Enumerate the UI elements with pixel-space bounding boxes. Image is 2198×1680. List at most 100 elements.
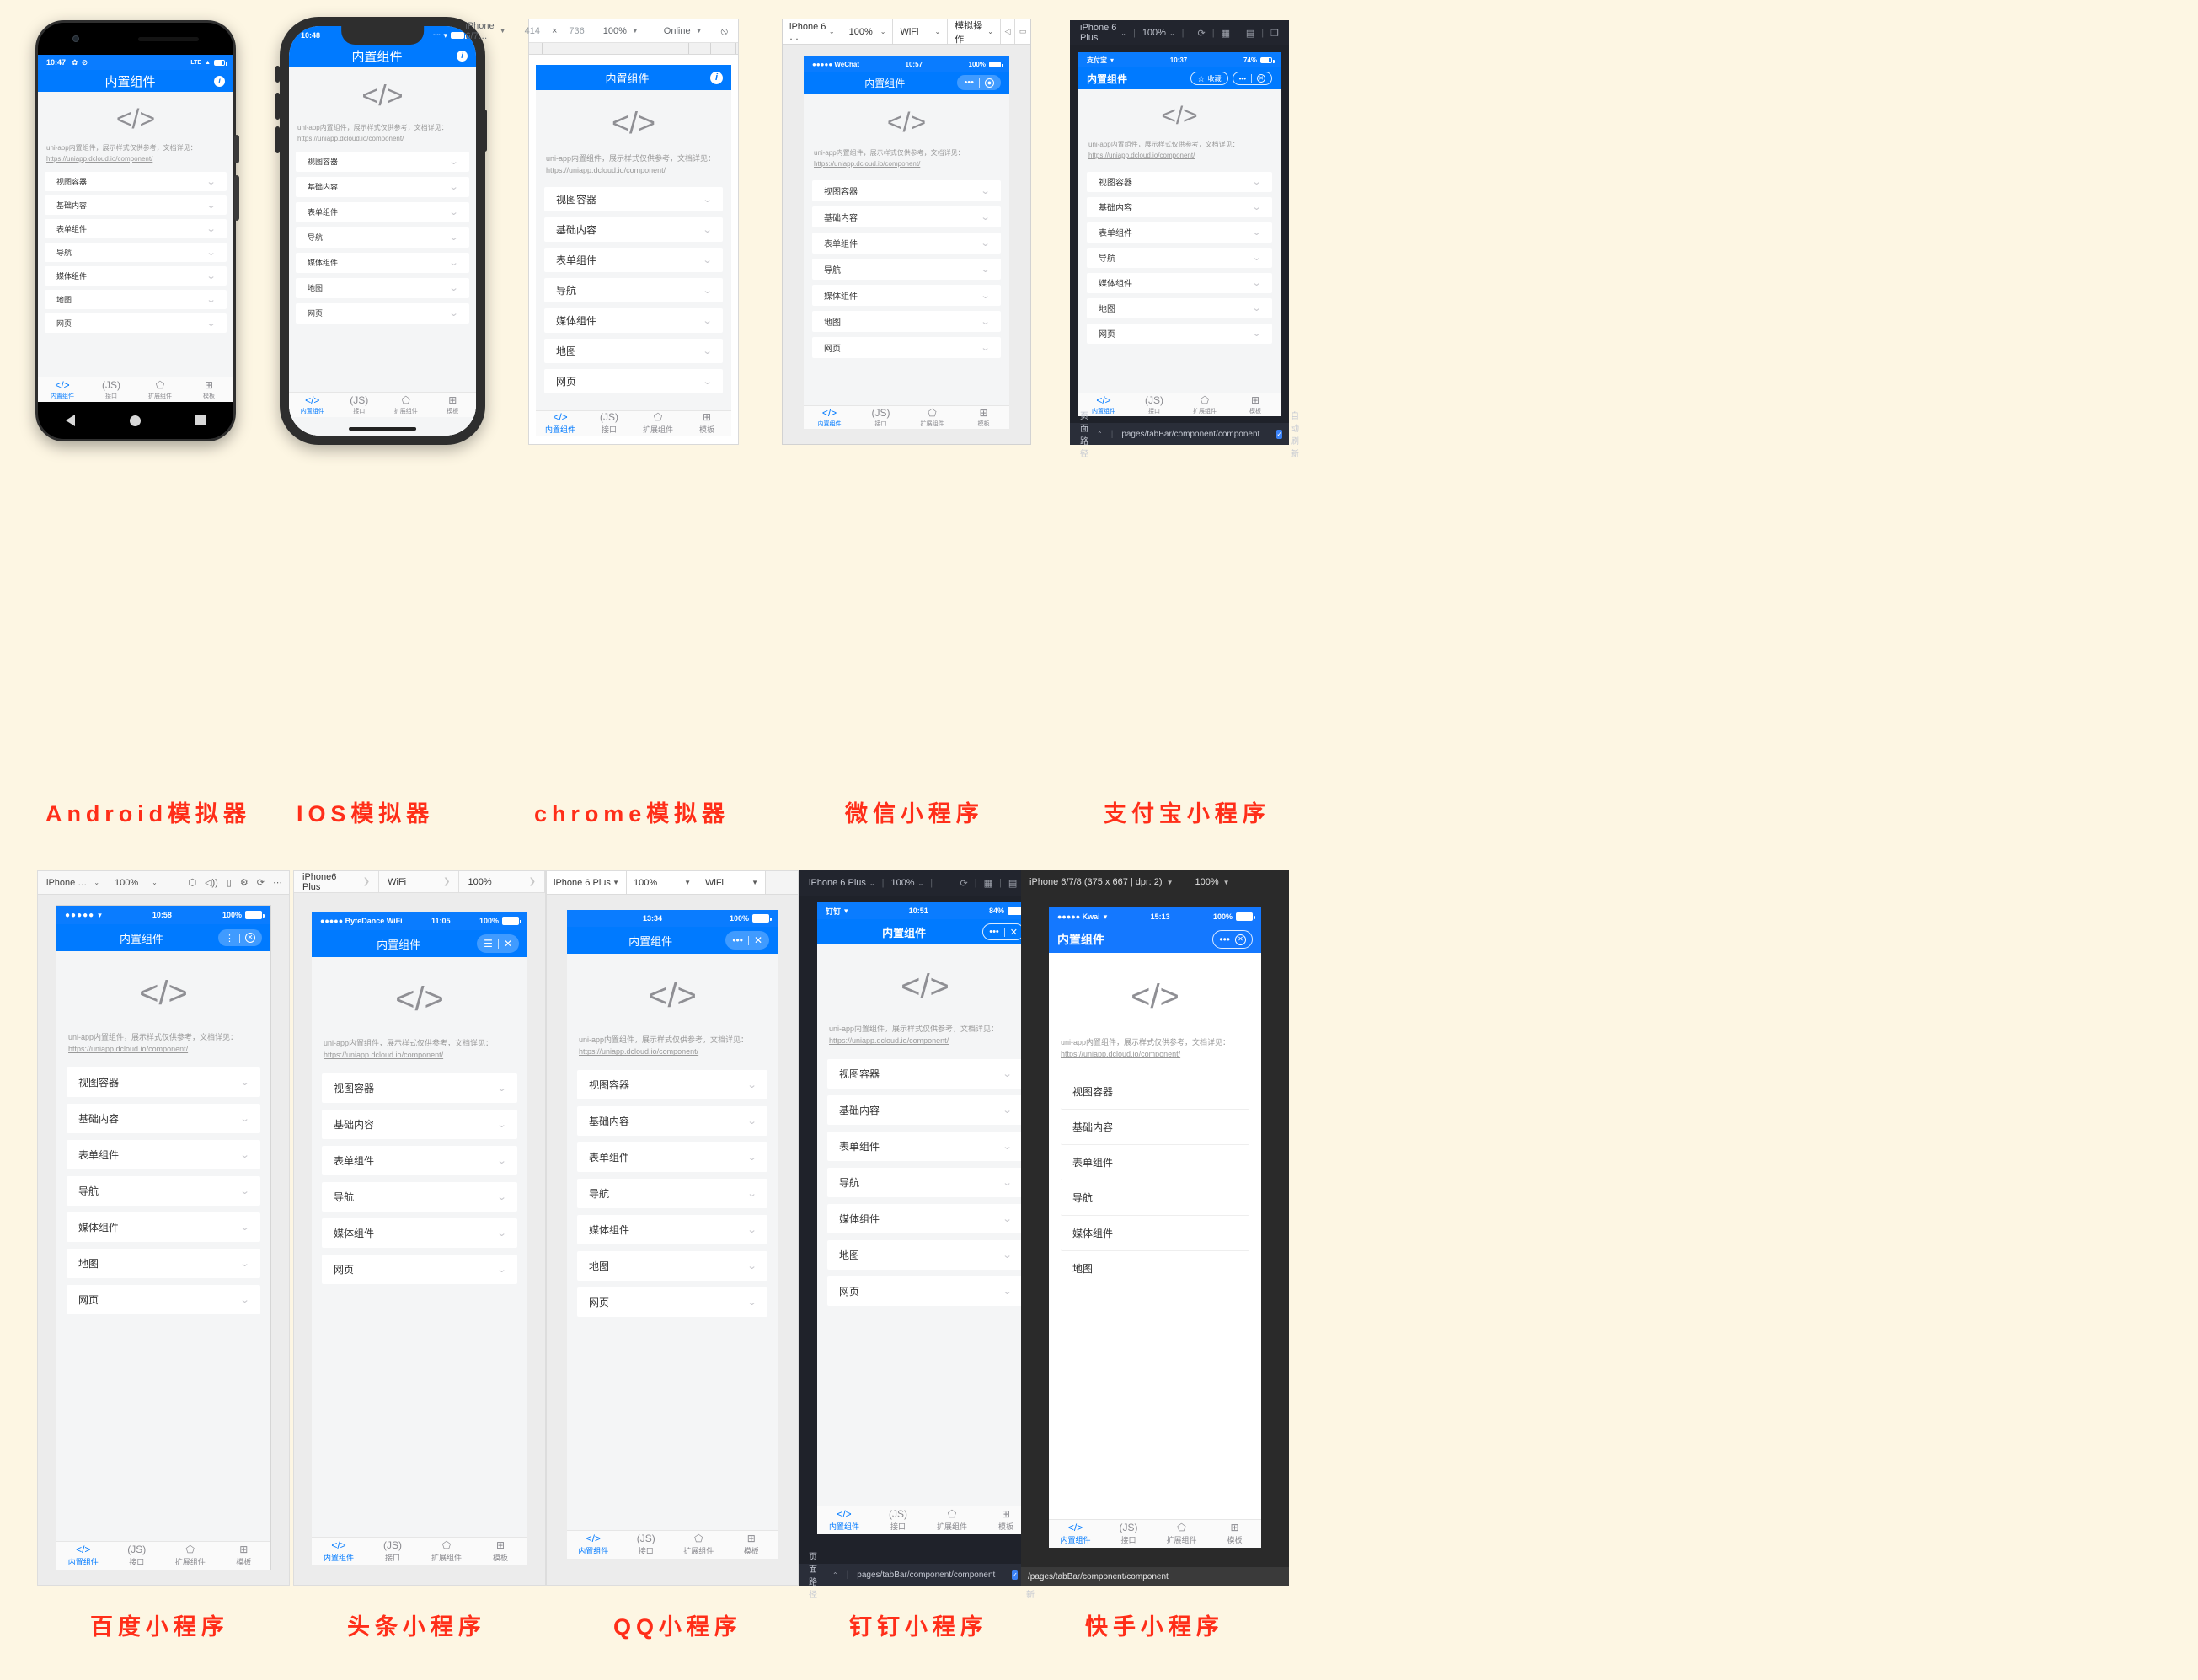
tab-extended-components[interactable]: ⬠ 扩展组件	[163, 1542, 217, 1570]
dingtalk-capsule[interactable]: ••• ✕	[982, 923, 1024, 940]
list-item[interactable]: 视图容器 ⌄	[1087, 171, 1272, 192]
list-item[interactable]: 基础内容	[1061, 1109, 1249, 1145]
list-item[interactable]: 基础内容 ⌄	[827, 1094, 1023, 1125]
tab-templates[interactable]: ⊞ 模板	[682, 411, 731, 436]
list-item[interactable]: 地图 ⌄	[827, 1239, 1023, 1270]
tab-builtin-components[interactable]: </> 内置组件	[567, 1531, 620, 1559]
list-item[interactable]: 网页 ⌄	[45, 313, 227, 333]
list-item[interactable]: 视图容器 ⌄	[812, 179, 1001, 201]
tab-builtin-components[interactable]: </> 内置组件	[817, 1506, 871, 1534]
list-item[interactable]: 媒体组件 ⌄	[827, 1203, 1023, 1233]
settings-icon[interactable]: ⚙	[240, 877, 249, 888]
list-item[interactable]: 导航 ⌄	[296, 227, 469, 248]
doc-link[interactable]: https://uniapp.dcloud.io/component/	[324, 1049, 516, 1061]
list-item[interactable]: 地图 ⌄	[577, 1250, 767, 1281]
doc-link[interactable]: https://uniapp.dcloud.io/component/	[546, 164, 721, 176]
close-icon[interactable]: ✕	[1257, 74, 1265, 83]
wechat-simulate-select[interactable]: 模拟操作 ⌄	[948, 19, 1001, 45]
more-icon[interactable]: •••	[989, 927, 999, 937]
doc-link[interactable]: https://uniapp.dcloud.io/component/	[579, 1046, 766, 1057]
tab-templates[interactable]: ⊞ 模板	[430, 393, 477, 417]
more-icon[interactable]: •••	[964, 78, 974, 88]
baidu-capsule[interactable]: ⋮ ✕	[218, 929, 262, 946]
refresh-icon[interactable]: ⟳	[1198, 28, 1206, 39]
tab-api[interactable]: (JS) 接口	[1102, 1520, 1155, 1548]
screenshot-icon[interactable]: ▤	[1246, 28, 1254, 39]
menu-icon[interactable]: ☰	[484, 938, 493, 950]
list-item[interactable]: 网页 ⌄	[812, 336, 1001, 358]
list-item[interactable]: 地图 ⌄	[812, 310, 1001, 332]
alipay-device-select[interactable]: iPhone 6 Plus ⌄	[1080, 23, 1126, 43]
auto-refresh-checkbox[interactable]: ✓	[1276, 429, 1283, 439]
close-icon[interactable]: ●	[985, 78, 994, 88]
info-icon[interactable]: i	[710, 71, 723, 84]
wechat-zoom-select[interactable]: 100% ⌄	[842, 19, 894, 44]
tab-api[interactable]: (JS) 接口	[855, 406, 906, 429]
grid-icon[interactable]: ▦	[1222, 28, 1230, 39]
tab-templates[interactable]: ⊞ 模板	[185, 377, 233, 402]
list-item[interactable]: 导航 ⌄	[577, 1178, 767, 1208]
list-item[interactable]: 媒体组件 ⌄	[322, 1217, 517, 1248]
baidu-device-select[interactable]: iPhone … ⌄	[38, 878, 108, 888]
doc-link[interactable]: https://uniapp.dcloud.io/component/	[46, 154, 225, 165]
tab-templates[interactable]: ⊞ 模板	[958, 406, 1009, 429]
list-item[interactable]: 视图容器 ⌄	[544, 186, 723, 211]
tab-templates[interactable]: ⊞ 模板	[1208, 1520, 1261, 1548]
doc-link[interactable]: https://uniapp.dcloud.io/component/	[68, 1043, 259, 1055]
page-path-value[interactable]: pages/tabBar/component/component	[857, 1570, 995, 1580]
more-icon[interactable]: •••	[732, 934, 743, 946]
chevron-up-icon[interactable]: ⌃	[832, 1571, 838, 1579]
baidu-zoom-select[interactable]: 100% ⌄	[108, 878, 164, 888]
list-item[interactable]: 视图容器 ⌄	[296, 151, 469, 172]
chevron-up-icon[interactable]: ⌃	[1097, 431, 1103, 438]
chrome-device-select[interactable]: iPhone 6/7… ▼	[458, 19, 512, 42]
list-item[interactable]: 媒体组件	[1061, 1215, 1249, 1251]
kwai-capsule[interactable]: ••• ✕	[1212, 930, 1253, 949]
chrome-height-input[interactable]: 736	[569, 26, 584, 36]
tab-extended-components[interactable]: ⬠ 扩展组件	[672, 1531, 725, 1559]
list-item[interactable]: 导航 ⌄	[544, 277, 723, 302]
tab-builtin-components[interactable]: </> 内置组件	[1049, 1520, 1102, 1548]
list-item[interactable]: 网页 ⌄	[577, 1287, 767, 1317]
tab-extended-components[interactable]: ⬠ 扩展组件	[1155, 1520, 1208, 1548]
alipay-capsule[interactable]: ••• ✕	[1232, 72, 1272, 85]
list-item[interactable]: 导航 ⌄	[812, 258, 1001, 280]
list-item[interactable]: 媒体组件 ⌄	[544, 308, 723, 333]
list-item[interactable]: 导航 ⌄	[67, 1175, 260, 1206]
info-icon[interactable]: i	[214, 75, 225, 87]
list-item[interactable]: 表单组件 ⌄	[1087, 222, 1272, 243]
qq-capsule[interactable]: ••• ✕	[725, 931, 769, 950]
list-item[interactable]: 导航 ⌄	[827, 1167, 1023, 1197]
device-icon[interactable]: ▯	[227, 877, 232, 888]
list-item[interactable]: 视图容器	[1061, 1073, 1249, 1110]
tab-templates[interactable]: ⊞ 模板	[1230, 393, 1281, 416]
wechat-clear-icon[interactable]: ▭	[1015, 19, 1030, 44]
ios-mute-switch[interactable]	[275, 66, 280, 83]
toutiao-capsule[interactable]: ☰ ✕	[477, 934, 519, 953]
more-icon[interactable]: •••	[1219, 934, 1230, 945]
info-icon[interactable]: i	[457, 50, 468, 62]
kwai-zoom-select[interactable]: 100% ▼	[1195, 877, 1230, 887]
back-button-icon[interactable]	[65, 415, 75, 426]
chrome-zoom-select[interactable]: 100% ▼	[596, 19, 645, 42]
auto-refresh-checkbox[interactable]: ✓	[1012, 1570, 1018, 1580]
list-item[interactable]: 媒体组件 ⌄	[67, 1212, 260, 1242]
list-item[interactable]: 导航 ⌄	[1087, 247, 1272, 268]
list-item[interactable]: 基础内容 ⌄	[296, 176, 469, 197]
list-item[interactable]: 地图	[1061, 1250, 1249, 1287]
list-item[interactable]: 网页 ⌄	[1087, 323, 1272, 344]
qq-network-select[interactable]: WiFi ▼	[698, 871, 766, 894]
kwai-device-select[interactable]: iPhone 6/7/8 (375 x 667 | dpr: 2) ▼	[1029, 877, 1174, 887]
list-item[interactable]: 地图 ⌄	[296, 277, 469, 298]
doc-link[interactable]: https://uniapp.dcloud.io/component/	[297, 134, 468, 145]
more-icon[interactable]: •••	[1239, 75, 1246, 83]
list-item[interactable]: 网页 ⌄	[827, 1276, 1023, 1306]
more-icon[interactable]: ⋯	[273, 877, 282, 888]
ios-power-button[interactable]	[483, 110, 487, 152]
list-item[interactable]: 网页 ⌄	[544, 368, 723, 393]
tab-api[interactable]: (JS) 接口	[366, 1538, 420, 1565]
tab-api[interactable]: (JS) 接口	[336, 393, 383, 417]
tab-builtin-components[interactable]: </> 内置组件	[289, 393, 336, 417]
tab-extended-components[interactable]: ⬠ 扩展组件	[925, 1506, 979, 1534]
tab-api[interactable]: (JS) 接口	[871, 1506, 925, 1534]
